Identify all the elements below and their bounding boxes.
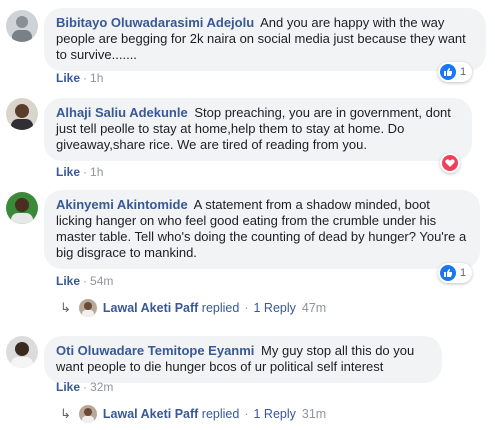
reply-author[interactable]: Lawal Aketi Paff — [103, 407, 198, 421]
avatar[interactable] — [6, 98, 38, 130]
comment-time[interactable]: 32m — [90, 380, 113, 394]
like-icon — [440, 265, 456, 281]
reply-action: replied — [201, 301, 240, 315]
comment-time[interactable]: 54m — [90, 274, 113, 288]
avatar — [78, 299, 97, 317]
like-button[interactable]: Like — [56, 274, 80, 288]
like-button[interactable]: Like — [56, 71, 80, 85]
reply-arrow-icon: ↳ — [60, 406, 71, 421]
love-icon — [442, 155, 458, 171]
comment-meta: Like · 54m — [56, 274, 114, 288]
avatar — [78, 405, 97, 423]
reply-arrow-icon: ↳ — [60, 300, 71, 315]
comment-meta: Like · 32m — [56, 380, 114, 394]
reaction-badge[interactable]: 1 — [438, 62, 473, 82]
reaction-badge[interactable]: 1 — [438, 263, 473, 283]
reaction-count: 1 — [460, 267, 467, 279]
comment-author[interactable]: Oti Oluwadare Temitope Eyanmi — [56, 343, 254, 358]
comment-meta: Like · 1h — [56, 71, 104, 85]
comment-bubble: Akinyemi Akintomide A statement from a s… — [44, 190, 480, 269]
like-button[interactable]: Like — [56, 380, 80, 394]
comment-bubble: Oti Oluwadare Temitope Eyanmi My guy sto… — [44, 336, 442, 383]
comment-author[interactable]: Alhaji Saliu Adekunle — [56, 105, 188, 120]
like-icon — [440, 64, 456, 80]
like-button[interactable]: Like — [56, 165, 80, 179]
reply-time: 47m — [301, 301, 327, 315]
reaction-badge[interactable] — [440, 153, 460, 173]
reaction-count: 1 — [460, 66, 467, 78]
replies-link[interactable]: ↳ Lawal Aketi Paff replied · 1 Reply 31m — [60, 405, 326, 423]
comment-author[interactable]: Akinyemi Akintomide — [56, 197, 188, 212]
avatar[interactable] — [6, 10, 38, 42]
comment-author[interactable]: Bibitayo Oluwadarasimi Adejolu — [56, 15, 254, 30]
avatar[interactable] — [6, 336, 38, 368]
reply-time: 31m — [301, 407, 327, 421]
avatar[interactable] — [6, 192, 38, 224]
comment-time[interactable]: 1h — [90, 71, 103, 85]
reply-action: replied — [201, 407, 240, 421]
comment-bubble: Bibitayo Oluwadarasimi Adejolu And you a… — [44, 8, 486, 71]
replies-link[interactable]: ↳ Lawal Aketi Paff replied · 1 Reply 47m — [60, 299, 326, 317]
comment-time[interactable]: 1h — [90, 165, 103, 179]
reply-count[interactable]: 1 Reply — [254, 301, 296, 315]
reply-count[interactable]: 1 Reply — [254, 407, 296, 421]
comment-bubble: Alhaji Saliu Adekunle Stop preaching, yo… — [44, 98, 472, 161]
reply-author[interactable]: Lawal Aketi Paff — [103, 301, 198, 315]
comment-meta: Like · 1h — [56, 165, 104, 179]
